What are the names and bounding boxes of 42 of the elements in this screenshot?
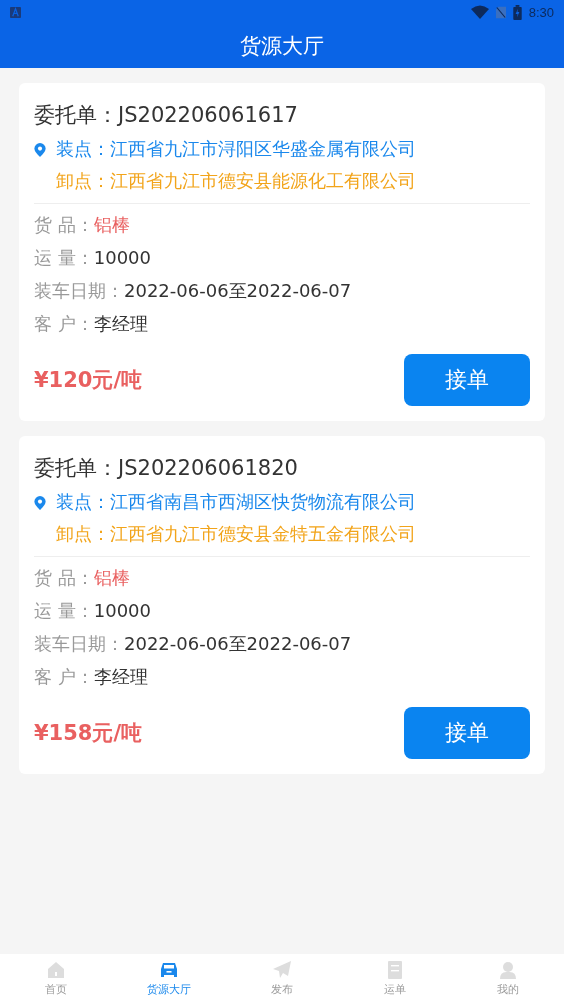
wifi-icon	[470, 5, 489, 19]
detail-value: 李经理	[93, 311, 148, 336]
order-number: 委托单：JS202206061617	[34, 102, 299, 129]
detail-value: 2022-06-06至2022-06-07	[124, 278, 352, 303]
battery-charging-icon	[512, 4, 522, 20]
person-icon	[497, 959, 518, 980]
nav-tab[interactable]: 货源大厅	[112, 954, 226, 1002]
loading-address: 装点：江西省九江市浔阳区华盛金属有限公司	[56, 137, 416, 161]
nav-tab[interactable]: 运单	[338, 954, 452, 1002]
status-time: 8:30	[528, 4, 554, 20]
detail-label: 客 户：	[34, 311, 94, 336]
detail-value: 李经理	[93, 664, 148, 689]
location-pin-icon	[34, 496, 46, 510]
no-sim-icon	[495, 5, 506, 19]
location-pin-icon	[34, 143, 46, 157]
detail-label: 装车日期：	[34, 631, 124, 656]
order-number: 委托单：JS202206061820	[34, 455, 299, 482]
detail-label: 运 量：	[34, 245, 94, 270]
detail-label: 客 户：	[34, 664, 94, 689]
accept-order-button[interactable]: 接单	[404, 354, 530, 406]
nav-tab[interactable]: 首页	[0, 954, 113, 1002]
detail-label: 货 品：	[34, 212, 94, 237]
freight-price: ¥120元/吨	[34, 367, 143, 394]
accept-order-button[interactable]: 接单	[404, 707, 530, 759]
app-notification-icon	[10, 6, 21, 18]
detail-value: 2022-06-06至2022-06-07	[124, 631, 352, 656]
detail-value: 铝棒	[93, 565, 130, 590]
nav-tab[interactable]: 我的	[451, 954, 564, 1002]
detail-label: 货 品：	[34, 565, 94, 590]
detail-value: 10000	[93, 247, 151, 268]
detail-label: 装车日期：	[34, 278, 124, 303]
nav-tab[interactable]: 发布	[225, 954, 339, 1002]
loading-address: 装点：江西省南昌市西湖区快货物流有限公司	[56, 490, 416, 514]
detail-value: 10000	[93, 600, 151, 621]
unloading-address: 卸点：江西省九江市德安县能源化工有限公司	[56, 169, 416, 193]
paper-plane-icon	[272, 959, 292, 980]
home-icon	[46, 959, 67, 980]
detail-label: 运 量：	[34, 598, 94, 623]
freight-price: ¥158元/吨	[34, 720, 143, 747]
page-title: 货源大厅	[240, 33, 324, 60]
unloading-address: 卸点：江西省九江市德安县金特五金有限公司	[56, 522, 416, 546]
detail-value: 铝棒	[93, 212, 130, 237]
